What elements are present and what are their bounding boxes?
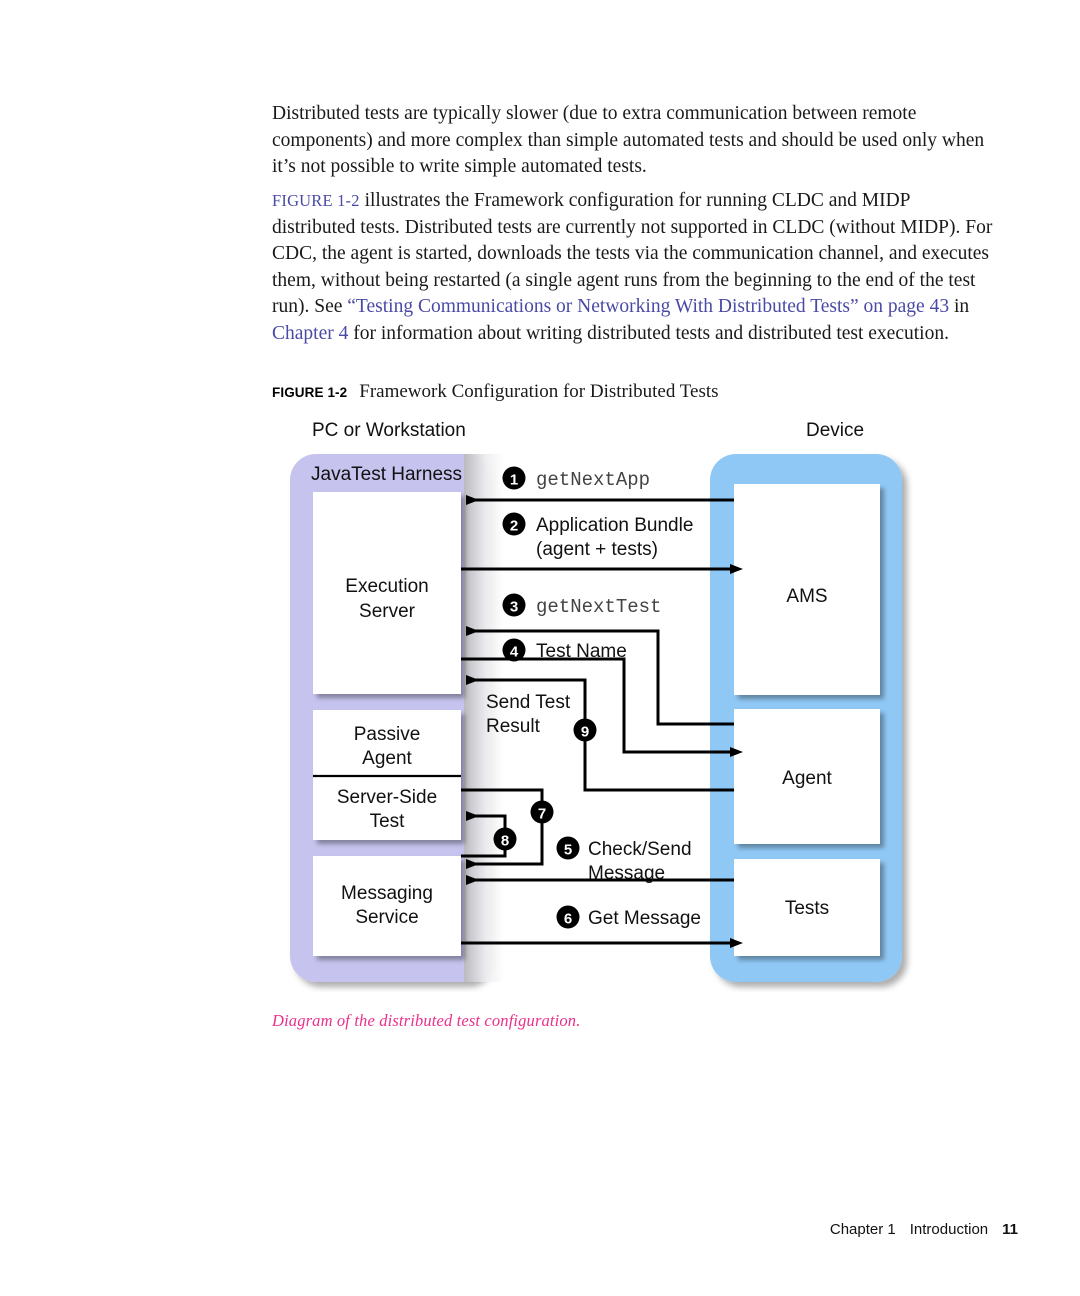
step-badge-6-number: 6 xyxy=(564,911,572,928)
step-badge-2: 2 xyxy=(502,512,526,536)
step-label-9-line1: Send Test xyxy=(486,692,571,713)
body-paragraph-2: FIGURE 1-2 illustrates the Framework con… xyxy=(272,188,998,348)
step-label-4: Test Name xyxy=(536,641,627,662)
agent-label: Agent xyxy=(782,768,832,789)
figure-caption: Diagram of the distributed test configur… xyxy=(272,1011,581,1030)
step-badge-2-number: 2 xyxy=(510,518,518,535)
step-label-9-line2: Result xyxy=(486,716,541,737)
step-label-5-line1: Check/Send xyxy=(588,839,692,860)
step-badge-8: 8 xyxy=(493,827,517,851)
messaging-service-label-l1: Messaging xyxy=(341,883,433,904)
step-badge-9: 9 xyxy=(573,718,597,742)
figure-diagram: PC or Workstation Device JavaTest Harnes… xyxy=(280,412,980,992)
execution-server-label-l1: Execution xyxy=(345,576,428,597)
step-badge-4: 4 xyxy=(502,638,526,662)
figure-label: FIGURE 1-2 xyxy=(272,385,348,400)
step-badge-9-number: 9 xyxy=(581,724,589,741)
ams-label: AMS xyxy=(786,586,827,607)
tests-label: Tests xyxy=(785,898,829,919)
text-run-p2-2[interactable]: “Testing Communications or Networking Wi… xyxy=(347,296,949,317)
step-badge-5: 5 xyxy=(556,836,580,860)
footer-page-number: 11 xyxy=(1002,1221,1018,1238)
figure-title-row: FIGURE 1-2 Framework Configuration for Di… xyxy=(272,381,1012,403)
footer-chapter: Chapter 1 xyxy=(829,1221,896,1238)
messaging-service-node xyxy=(313,856,461,956)
step-badge-1-number: 1 xyxy=(510,472,518,489)
text-run-p2-5: for information about writing distribute… xyxy=(348,322,949,344)
step-badge-4-number: 4 xyxy=(510,644,519,661)
text-run-p2-3: in xyxy=(949,296,970,318)
step-badge-1: 1 xyxy=(502,466,526,490)
figure-title: Framework Configuration for Distributed … xyxy=(359,381,719,402)
step-label-3: getNextTest xyxy=(536,596,661,618)
server-side-test-label-l2: Test xyxy=(370,811,406,832)
step-label-2-line2: (agent + tests) xyxy=(536,539,658,560)
step-badge-3: 3 xyxy=(502,593,526,617)
step-badge-7: 7 xyxy=(530,800,554,824)
step-badge-7-number: 7 xyxy=(538,806,546,823)
step-label-6: Get Message xyxy=(588,908,701,929)
step-label-5-line2: Message xyxy=(588,863,665,884)
messaging-service-label-l2: Service xyxy=(355,907,418,928)
execution-server-label-l2: Server xyxy=(359,601,416,622)
server-side-test-label-l1: Server-Side xyxy=(337,787,437,808)
harness-title: JavaTest Harness xyxy=(311,464,462,485)
text-run-p1-0: Distributed tests are typically slower (… xyxy=(272,103,985,178)
body-paragraph-1: Distributed tests are typically slower (… xyxy=(272,101,998,181)
device-caption: Device xyxy=(806,420,864,441)
step-badge-3-number: 3 xyxy=(510,599,518,616)
text-run-p2-4[interactable]: Chapter 4 xyxy=(272,323,348,344)
passive-agent-label-l1: Passive xyxy=(354,724,421,745)
footer-section: Introduction xyxy=(909,1221,989,1238)
page-footer: Chapter 1 Introduction 11 xyxy=(830,1221,1018,1238)
step-badge-5-number: 5 xyxy=(564,842,572,859)
step-label-1: getNextApp xyxy=(536,469,650,491)
text-run-p2-0: FIGURE 1-2 xyxy=(272,191,360,210)
passive-agent-label-l2: Agent xyxy=(362,748,412,769)
step-label-2-line1: Application Bundle xyxy=(536,515,693,536)
workstation-caption: PC or Workstation xyxy=(312,420,466,441)
document-page: Distributed tests are typically slower (… xyxy=(0,0,1080,1296)
step-badge-6: 6 xyxy=(556,905,580,929)
step-badge-8-number: 8 xyxy=(501,833,509,850)
